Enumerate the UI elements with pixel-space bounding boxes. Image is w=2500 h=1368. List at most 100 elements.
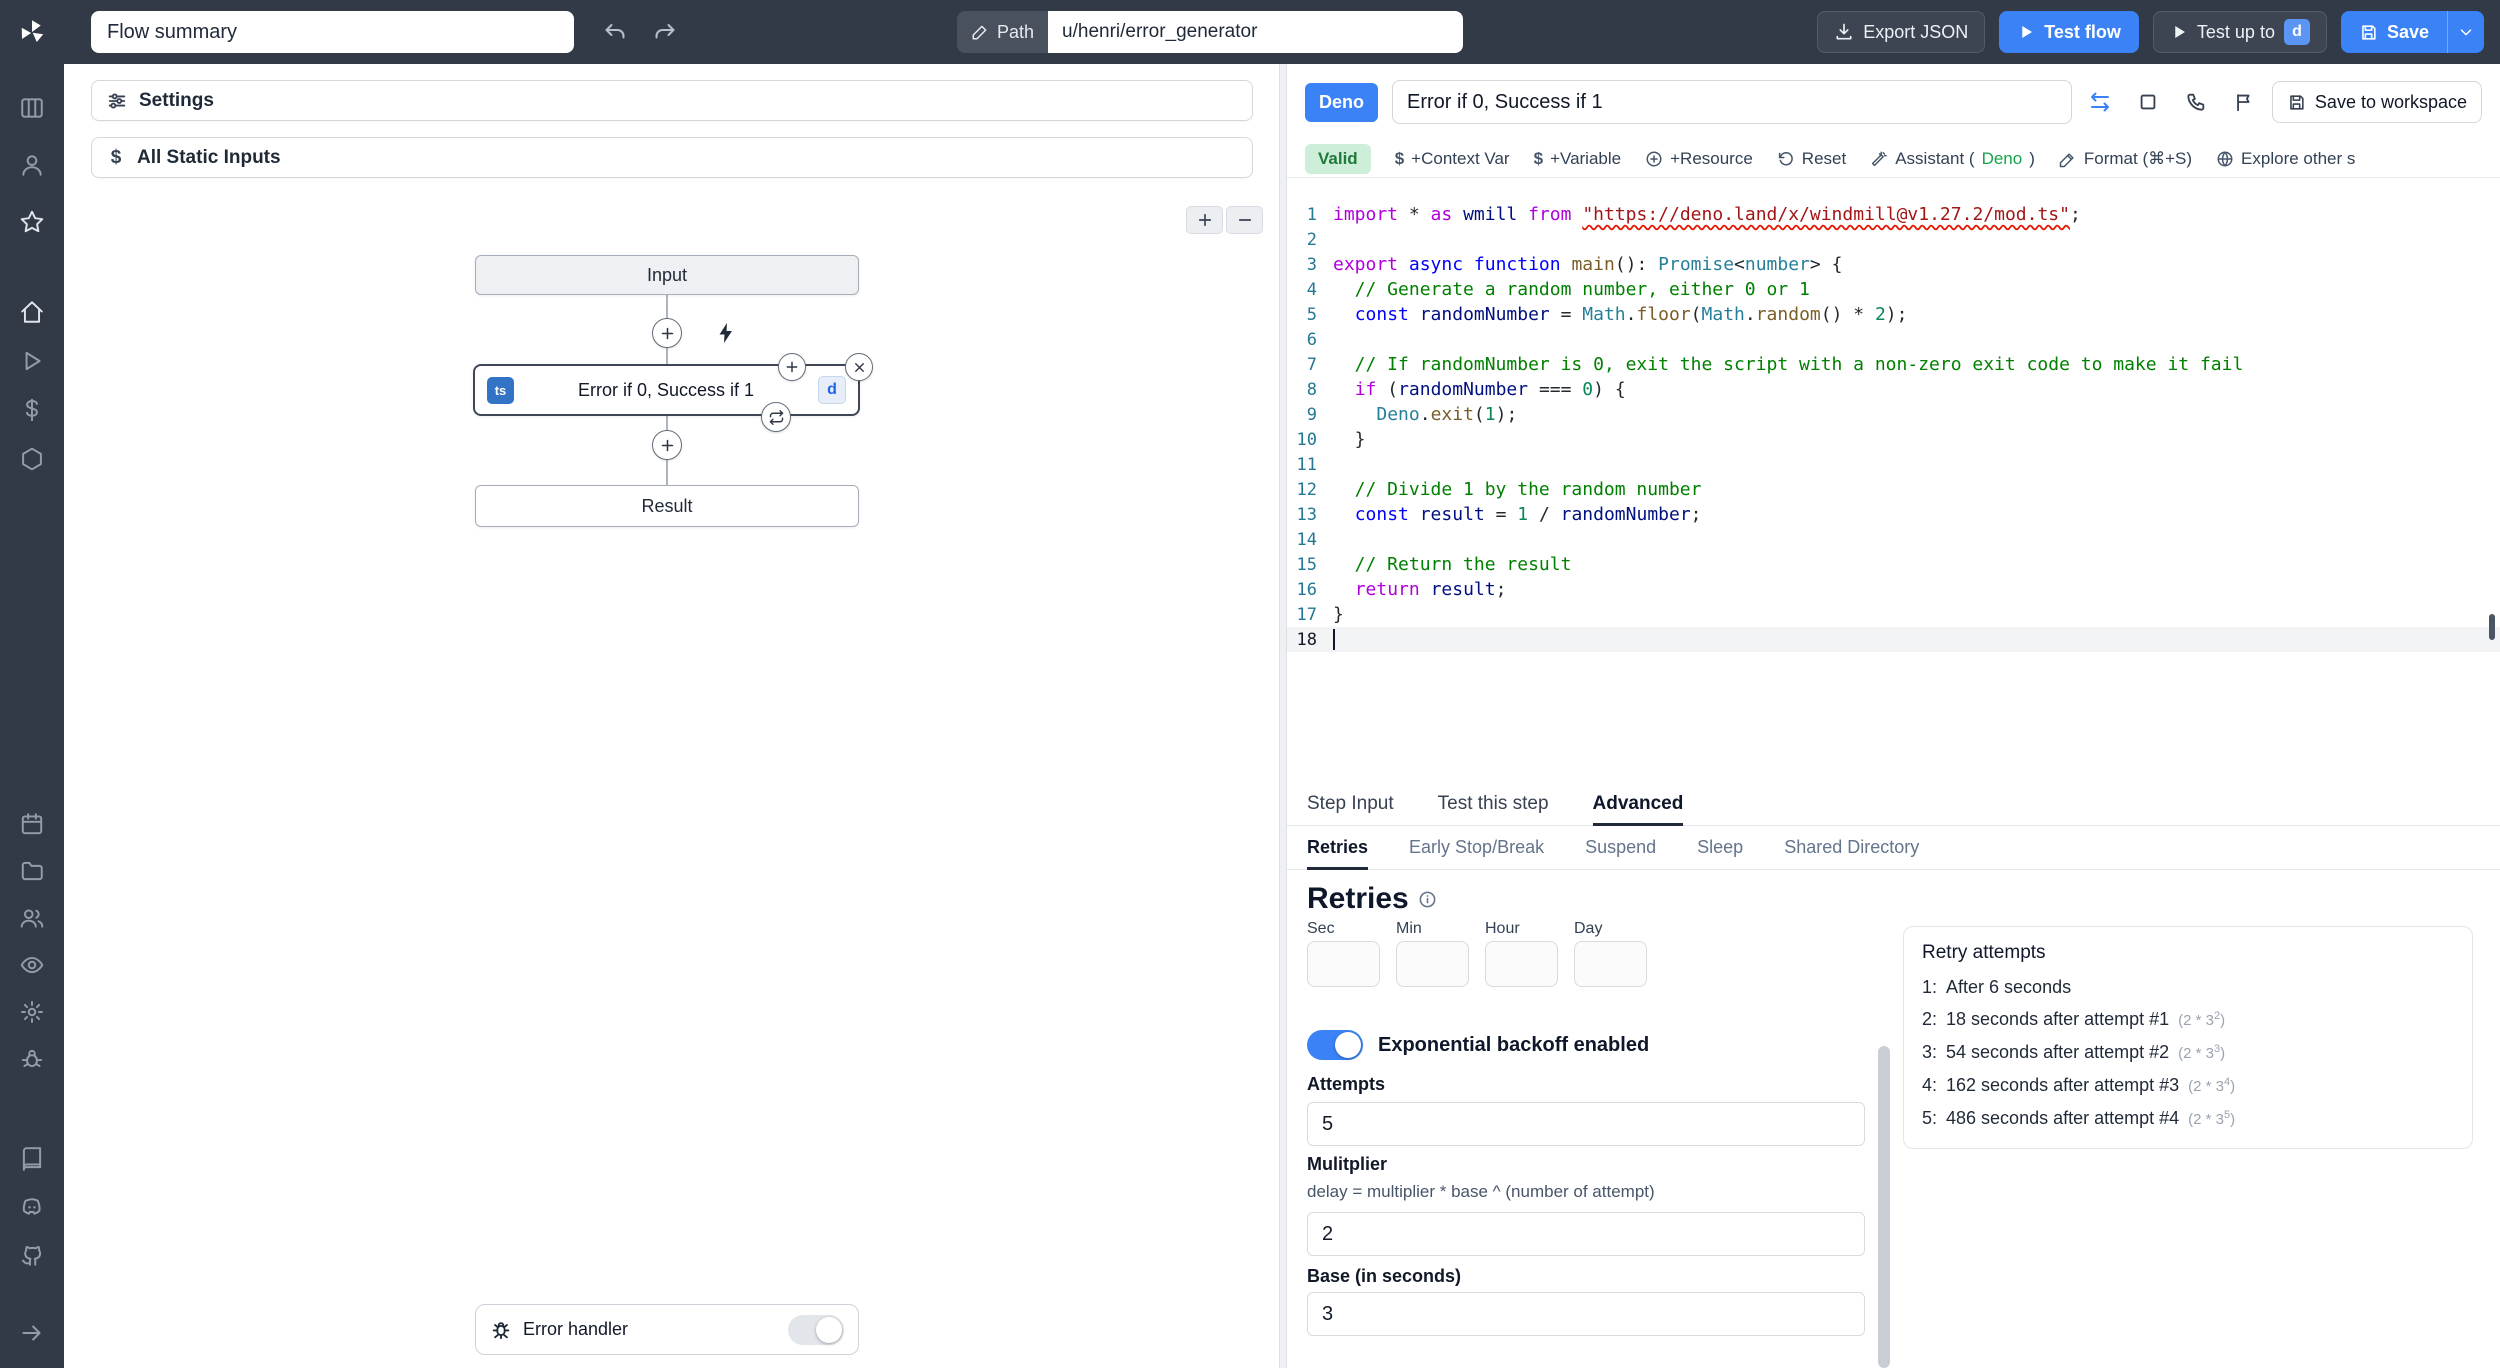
dollar-icon: $ xyxy=(110,146,122,168)
reset-button[interactable]: Reset xyxy=(1777,149,1846,169)
sidebar-columns-button[interactable] xyxy=(12,88,52,128)
time-input-sec[interactable] xyxy=(1307,941,1380,987)
all-static-inputs-button[interactable]: $ All Static Inputs xyxy=(91,137,1253,178)
code-line[interactable]: 11 xyxy=(1287,452,2500,477)
trigger-bolt-button[interactable] xyxy=(712,319,740,347)
code-line[interactable]: 17} xyxy=(1287,602,2500,627)
sidebar-home-button[interactable] xyxy=(12,292,52,332)
error-handler-row[interactable]: Error handler xyxy=(475,1304,859,1355)
sidebar-worker-button[interactable] xyxy=(12,1039,52,1079)
add-resource-button[interactable]: +Resource xyxy=(1645,149,1753,169)
code-line[interactable]: 7 // If randomNumber is 0, exit the scri… xyxy=(1287,352,2500,377)
path-input[interactable] xyxy=(1048,11,1464,53)
flow-node-result[interactable]: Result xyxy=(475,485,859,527)
error-handler-toggle[interactable] xyxy=(788,1314,844,1345)
exponential-backoff-toggle[interactable] xyxy=(1307,1030,1363,1060)
code-line[interactable]: 2 xyxy=(1287,227,2500,252)
delete-step-button[interactable] xyxy=(845,353,873,381)
sidebar-gear-button[interactable] xyxy=(12,992,52,1032)
sidebar-expand-button[interactable] xyxy=(12,1313,52,1353)
sidebar-users-button[interactable] xyxy=(12,898,52,938)
code-line[interactable]: 5 const randomNumber = Math.floor(Math.r… xyxy=(1287,302,2500,327)
eye-icon xyxy=(20,956,44,974)
code-line[interactable]: 15 // Return the result xyxy=(1287,552,2500,577)
assistant-button[interactable]: Assistant (Deno) xyxy=(1870,149,2035,169)
save-dropdown-button[interactable] xyxy=(2447,11,2484,53)
globe-icon xyxy=(2216,150,2234,168)
sidebar-eye-button[interactable] xyxy=(12,945,52,985)
explore-scripts-button[interactable]: Explore other s xyxy=(2216,149,2355,169)
call-button[interactable] xyxy=(2182,88,2210,116)
flow-summary-input[interactable] xyxy=(91,11,574,53)
time-input-min[interactable] xyxy=(1396,941,1469,987)
code-line[interactable]: 13 const result = 1 / randomNumber; xyxy=(1287,502,2500,527)
flow-settings-button[interactable]: Settings xyxy=(91,80,1253,121)
subtab-shared-directory[interactable]: Shared Directory xyxy=(1784,826,1919,869)
test-flow-button[interactable]: Test flow xyxy=(1999,11,2139,53)
format-button[interactable]: Format (⌘+S) xyxy=(2059,149,2192,169)
tab-step-input[interactable]: Step Input xyxy=(1307,782,1394,825)
sidebar-group xyxy=(0,292,64,479)
code-editor[interactable]: 1 import * as wmill from "https://deno.la… xyxy=(1287,178,2500,782)
zoom-in-button[interactable] xyxy=(1186,206,1223,234)
attempts-input[interactable] xyxy=(1307,1102,1865,1146)
save-button-group: Save xyxy=(2340,11,2484,53)
sidebar-github-button[interactable] xyxy=(12,1235,52,1275)
time-input-day[interactable] xyxy=(1574,941,1647,987)
code-line[interactable]: 4 // Generate a random number, either 0 … xyxy=(1287,277,2500,302)
panel-resize-divider[interactable] xyxy=(1279,64,1287,1368)
subtab-early-stop[interactable]: Early Stop/Break xyxy=(1409,826,1544,869)
code-line[interactable]: 18 xyxy=(1287,627,2500,652)
sidebar-discord-button[interactable] xyxy=(12,1187,52,1227)
add-context-var-button[interactable]: $ +Context Var xyxy=(1395,149,1510,169)
code-line[interactable]: 10 } xyxy=(1287,427,2500,452)
base-input[interactable] xyxy=(1307,1292,1865,1336)
sidebar-book-button[interactable] xyxy=(12,1139,52,1179)
code-line[interactable]: 3 export async function main(): Promise<n… xyxy=(1287,252,2500,277)
redo-button[interactable] xyxy=(646,13,684,51)
code-line[interactable]: 1 import * as wmill from "https://deno.la… xyxy=(1287,202,2500,227)
sidebar-folder-button[interactable] xyxy=(12,851,52,891)
sidebar-user-button[interactable] xyxy=(12,145,52,185)
code-line[interactable]: 14 xyxy=(1287,527,2500,552)
save-to-workspace-button[interactable]: Save to workspace xyxy=(2271,81,2482,123)
code-line[interactable]: 8 if (randomNumber === 0) { xyxy=(1287,377,2500,402)
flow-node-input[interactable]: Input xyxy=(475,255,859,295)
tab-advanced[interactable]: Advanced xyxy=(1592,782,1683,826)
sidebar-star-button[interactable] xyxy=(12,202,52,242)
test-up-to-button[interactable]: Test up to d xyxy=(2152,11,2327,53)
flag-button[interactable] xyxy=(2230,88,2258,116)
subtab-suspend[interactable]: Suspend xyxy=(1585,826,1656,869)
zoom-out-button[interactable] xyxy=(1226,206,1263,234)
editor-scrollbar-thumb[interactable] xyxy=(2489,614,2495,640)
code-line[interactable]: 16 return result; xyxy=(1287,577,2500,602)
code-line[interactable]: 9 Deno.exit(1); xyxy=(1287,402,2500,427)
retry-attempt-item: 4: 162 seconds after attempt #3 (2 * 34) xyxy=(1922,1075,2236,1095)
plus-icon xyxy=(1198,213,1211,227)
code-line[interactable]: 6 xyxy=(1287,327,2500,352)
expand-editor-button[interactable] xyxy=(2134,88,2162,116)
retry-indicator-button[interactable] xyxy=(761,402,791,432)
tab-test-this-step[interactable]: Test this step xyxy=(1438,782,1549,825)
info-icon[interactable] xyxy=(1418,890,1437,909)
form-scrollbar[interactable] xyxy=(1878,1046,1890,1368)
windmill-logo[interactable] xyxy=(0,0,64,64)
undo-button[interactable] xyxy=(596,13,634,51)
multiplier-input[interactable] xyxy=(1307,1212,1865,1256)
sidebar-modules-button[interactable] xyxy=(12,439,52,479)
code-line[interactable]: 12 // Divide 1 by the random number xyxy=(1287,477,2500,502)
sidebar-calendar-button[interactable] xyxy=(12,804,52,844)
subtab-retries[interactable]: Retries xyxy=(1307,826,1369,870)
sidebar-dollar-button[interactable] xyxy=(12,390,52,430)
diff-toggle-button[interactable] xyxy=(2086,88,2114,116)
insert-step-button-top[interactable] xyxy=(652,318,682,348)
step-name-input[interactable] xyxy=(1392,80,2072,124)
save-button[interactable]: Save xyxy=(2340,11,2447,53)
time-input-hour[interactable] xyxy=(1485,941,1558,987)
insert-step-button-bottom[interactable] xyxy=(652,430,682,460)
subtab-sleep[interactable]: Sleep xyxy=(1697,826,1743,869)
export-json-button[interactable]: Export JSON xyxy=(1817,11,1986,53)
sidebar-play-button[interactable] xyxy=(12,341,52,381)
add-branch-button[interactable] xyxy=(778,353,806,381)
add-variable-button[interactable]: $ +Variable xyxy=(1534,149,1622,169)
